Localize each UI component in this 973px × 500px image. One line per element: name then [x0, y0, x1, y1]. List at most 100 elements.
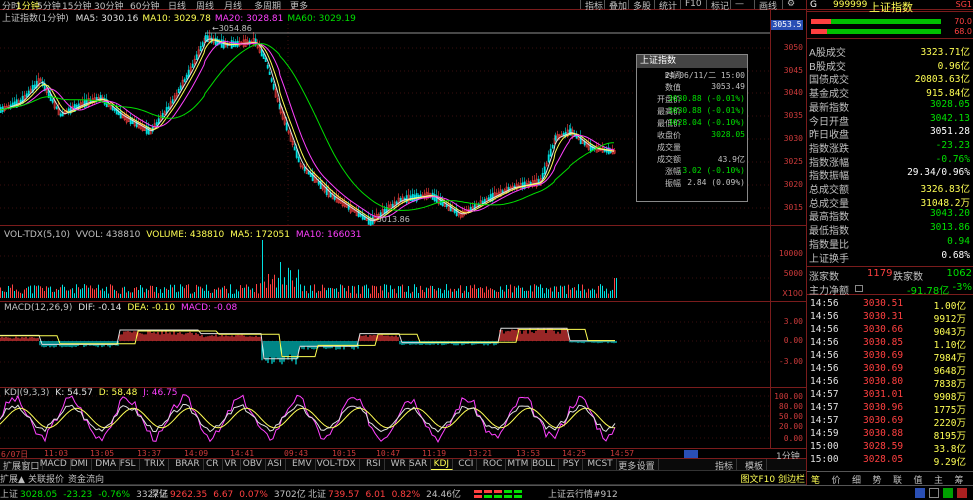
network-icon [915, 488, 925, 498]
volume-bar [394, 288, 395, 298]
bottom-link[interactable]: 扩展▲ [0, 472, 25, 485]
toolbar-tab-1[interactable]: 叠加 [604, 0, 627, 12]
volume-bar [400, 286, 401, 298]
indicator-tab-macd[interactable]: MACD [37, 459, 71, 470]
volume-bar [116, 290, 117, 298]
ratio-value-2: 68.0 [954, 27, 972, 36]
volume-bar [34, 285, 35, 298]
toolbar-tab-7[interactable]: 画线 [754, 0, 777, 12]
volume-bar [176, 292, 177, 298]
bottom-link[interactable]: 关联报价 [28, 472, 64, 485]
stock-badge: SG1 [955, 0, 972, 9]
stat-row: 基金成交 915.84亿 [807, 85, 972, 100]
indicator-tab-emv[interactable]: EMV [289, 459, 316, 470]
volume-chart[interactable] [0, 226, 770, 302]
indicator-tab-vr[interactable]: VR [221, 459, 241, 470]
volume-bar [136, 287, 137, 298]
stat-row: 今日开盘 3042.13 [807, 113, 972, 128]
volume-panel[interactable]: VOL-TDX(5,10) VVOL: 438810 VOLUME: 43881… [0, 226, 770, 302]
indicator-tab-dmi[interactable]: DMI [68, 459, 92, 470]
indicator-tab-brar[interactable]: BRAR [172, 459, 204, 470]
time-scroll-thumb[interactable] [684, 450, 698, 458]
indicator-tab-mcst[interactable]: MCST [584, 459, 617, 470]
stat-value: 0.96亿 [937, 60, 970, 72]
volume-bar [602, 285, 603, 298]
volume-bar [68, 290, 69, 298]
volume-bar [134, 288, 135, 298]
volume-bar [604, 291, 605, 298]
indicator-tab-cr[interactable]: CR [203, 459, 223, 470]
volume-bar [2, 291, 3, 298]
f10-banner[interactable]: 图文F10 剑边栏 [735, 472, 806, 485]
indicator-tab-vol-tdx[interactable]: VOL-TDX [314, 459, 360, 470]
main-flow-icon[interactable] [855, 285, 863, 292]
volume-bar [468, 292, 469, 298]
right-tab[interactable]: 值 [914, 473, 923, 486]
status-index-0[interactable]: 上证 3028.05 -23.23 -0.76% 3327亿 [0, 487, 168, 500]
indicator-tab-psy[interactable]: PSY [560, 459, 584, 470]
indicator-tab-rsi[interactable]: RSI [363, 459, 385, 470]
kdj-k-line [0, 403, 616, 433]
right-tab[interactable]: 筹 [955, 473, 964, 486]
tick-price: 3030.88 [863, 428, 904, 439]
volume-bar [544, 293, 545, 298]
indicator-right-tab[interactable]: 指标 [712, 459, 738, 472]
right-tab[interactable]: 势 [873, 473, 882, 486]
volume-bar [52, 291, 53, 298]
tooltip-row: 收盘价 3028.05 [641, 130, 745, 141]
tick-row: 14:57 3030.69 2220万 [807, 415, 972, 429]
bottom-link[interactable]: 资金流向 [68, 472, 104, 485]
indicator-tab-kdj[interactable]: KDJ [430, 459, 454, 470]
kdj-chart[interactable] [0, 388, 770, 448]
indicator-tab-obv[interactable]: OBV [240, 459, 266, 470]
tick-price: 3028.59 [863, 441, 904, 452]
toolbar-tab-8[interactable]: ⚙ [782, 0, 795, 9]
volume-bar [330, 287, 331, 298]
indicator-tab-asi[interactable]: ASI [264, 459, 286, 470]
tick-time: 14:57 [810, 389, 839, 400]
indicator-tab-trix[interactable]: TRIX [141, 459, 169, 470]
indicator-tab-cci[interactable]: CCI [455, 459, 478, 470]
toolbar-tab-5[interactable]: 标记 [706, 0, 729, 12]
indicator-tab-roc[interactable]: ROC [480, 459, 507, 470]
time-label: 13:05 [90, 449, 115, 458]
volume-bar [494, 290, 495, 298]
indicator-right-tab[interactable]: 模板 [742, 459, 768, 472]
main-flow-pct: -3% [952, 282, 972, 293]
volume-bar [72, 288, 73, 298]
stat-value: -0.76% [935, 153, 970, 165]
volume-bar [10, 287, 11, 298]
volume-bar [152, 285, 153, 298]
right-tab[interactable]: 联 [893, 473, 902, 486]
volume-bar [158, 293, 159, 298]
right-panel-tabs: 笔价细势联值主筹 [807, 471, 973, 486]
volume-bar [154, 291, 155, 298]
volume-bar [552, 291, 553, 298]
toolbar-tab-2[interactable]: 多股 [628, 0, 651, 12]
toolbar-tab-6[interactable]: — [730, 0, 744, 9]
toolbar-tab-4[interactable]: F10 [680, 0, 702, 9]
volume-bar [440, 288, 441, 298]
right-tab[interactable]: 笔 [811, 473, 820, 486]
toolbar-tab-0[interactable]: 指标 [580, 0, 603, 12]
indicator-tab-sar[interactable]: SAR [406, 459, 432, 470]
stat-row: 总成交额 3326.83亿 [807, 181, 972, 196]
indicator-tab-设置[interactable]: 设置 [634, 459, 659, 472]
volume-bar [434, 289, 435, 298]
indicator-tab-boll[interactable]: BOLL [529, 459, 560, 470]
status-index-2[interactable]: 北证 739.57 6.01 0.82% 24.46亿 [308, 487, 461, 500]
volume-bar [438, 287, 439, 298]
ratio-bar-red [811, 19, 831, 24]
status-index-1[interactable]: 深证 9262.35 6.67 0.07% 3702亿 [150, 487, 306, 500]
right-tab[interactable]: 价 [832, 473, 841, 486]
right-tab[interactable]: 细 [852, 473, 861, 486]
macd-panel[interactable]: MACD(12,26,9) DIF: -0.14 DEA: -0.10 MACD… [0, 302, 770, 388]
indicator-tab-fsl[interactable]: FSL [117, 459, 140, 470]
macd-chart[interactable] [0, 302, 770, 388]
tick-price: 3030.69 [863, 363, 904, 374]
kdj-panel[interactable]: KDJ(9,3,3) K: 54.57 D: 58.48 J: 46.75 [0, 388, 770, 448]
volume-bar [84, 284, 85, 298]
right-tab[interactable]: 主 [934, 473, 943, 486]
volume-bar [180, 284, 181, 298]
toolbar-tab-3[interactable]: 统计 [654, 0, 677, 12]
